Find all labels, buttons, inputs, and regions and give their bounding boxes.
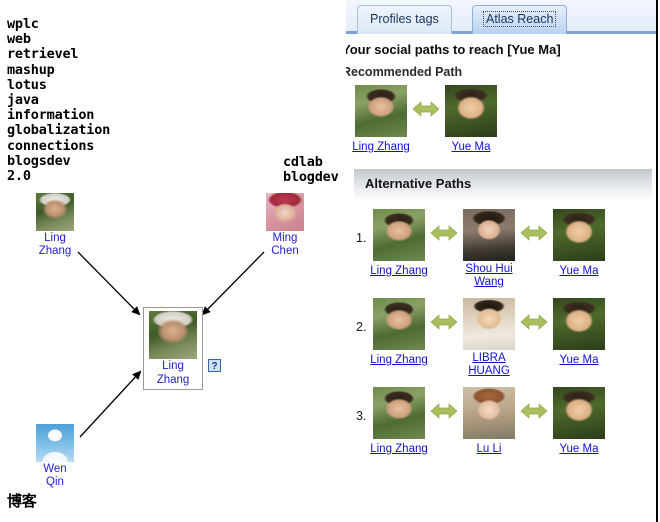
avatar-ling-zhang xyxy=(373,298,425,350)
avatar-ming-chen xyxy=(266,193,304,231)
person-name-link[interactable]: Yue Ma xyxy=(560,265,599,278)
avatar-ling-zhang xyxy=(373,387,425,439)
double-arrow-icon xyxy=(518,387,550,419)
double-arrow-icon xyxy=(518,298,550,330)
person-name-link[interactable]: Shou Hui Wang xyxy=(460,263,518,289)
double-arrow-icon xyxy=(410,85,442,117)
avatar-ling-zhang xyxy=(373,209,425,261)
graph-node-label[interactable]: Ling Zhang xyxy=(146,360,200,387)
graph-node-center-ling-zhang[interactable]: Ling Zhang xyxy=(143,307,203,390)
tab-atlas-reach[interactable]: Atlas Reach xyxy=(472,5,568,34)
graph-node-ling-zhang-top[interactable]: Ling Zhang xyxy=(27,193,83,258)
path-person[interactable]: Shou Hui Wang xyxy=(460,209,518,290)
avatar-ling-zhang xyxy=(36,193,74,231)
double-arrow-icon xyxy=(428,209,460,241)
person-name-link[interactable]: Yue Ma xyxy=(560,354,599,367)
avatar-yue-ma xyxy=(553,209,605,261)
person-name-link[interactable]: Yue Ma xyxy=(560,443,599,456)
reach-title: Your social paths to reach [Yue Ma] xyxy=(346,42,561,57)
path-person[interactable]: Ling Zhang xyxy=(352,85,410,155)
alternative-path-row: 1. Ling Zhang Shou Hui Wang Yue Ma xyxy=(346,201,656,290)
avatar-wen-qin-default xyxy=(36,424,74,462)
alternative-path-row: 3. Ling Zhang Lu Li Yue Ma xyxy=(346,379,656,457)
avatar-lu-li xyxy=(463,387,515,439)
double-arrow-icon xyxy=(428,298,460,330)
avatar-yue-ma xyxy=(553,387,605,439)
tab-label: Atlas Reach xyxy=(483,11,557,27)
path-person[interactable]: LIBRA HUANG xyxy=(460,298,518,379)
person-name-link[interactable]: LIBRA HUANG xyxy=(460,352,518,378)
alternative-paths-heading: Alternative Paths xyxy=(354,169,652,199)
tag-cloud-left: wplc web retrievel mashup lotus java inf… xyxy=(7,16,111,185)
path-person[interactable]: Ling Zhang xyxy=(370,387,428,457)
tab-strip: Profiles tags Atlas Reach xyxy=(346,0,656,34)
alternative-path-row: 2. Ling Zhang LIBRA HUANG Yue Ma xyxy=(346,290,656,379)
path-person[interactable]: Ling Zhang xyxy=(370,298,428,368)
path-index: 3. xyxy=(356,409,367,423)
reach-body: Your social paths to reach [Yue Ma] Reco… xyxy=(346,34,656,457)
person-name-link[interactable]: Ling Zhang xyxy=(370,265,428,278)
social-graph-panel: wplc web retrievel mashup lotus java inf… xyxy=(0,0,346,522)
tag-cloud-right: cdlab blogdev xyxy=(283,154,339,186)
avatar-yue-ma xyxy=(553,298,605,350)
avatar-ling-zhang xyxy=(355,85,407,137)
tab-label: Profiles tags xyxy=(370,12,439,26)
person-name-link[interactable]: Yue Ma xyxy=(452,141,491,154)
person-name-link[interactable]: Ling Zhang xyxy=(352,141,410,154)
path-person[interactable]: Ling Zhang xyxy=(370,209,428,279)
avatar-ling-zhang-center xyxy=(149,311,197,359)
person-name-link[interactable]: Lu Li xyxy=(477,443,502,456)
path-index: 1. xyxy=(356,231,367,245)
graph-node-label[interactable]: Wen Qin xyxy=(27,463,83,489)
recommended-path-heading: Recommended Path xyxy=(346,65,463,79)
atlas-reach-panel: Profiles tags Atlas Reach Your social pa… xyxy=(346,0,658,522)
graph-node-label[interactable]: Ling Zhang xyxy=(27,232,83,258)
path-person[interactable]: Yue Ma xyxy=(550,387,608,457)
path-person[interactable]: Lu Li xyxy=(460,387,518,457)
path-index: 2. xyxy=(356,320,367,334)
double-arrow-icon xyxy=(518,209,550,241)
path-person[interactable]: Yue Ma xyxy=(550,209,608,279)
avatar-libra-huang xyxy=(463,298,515,350)
recommended-path-row: Ling Zhang Yue Ma xyxy=(346,79,656,155)
avatar-shou-hui-wang xyxy=(463,209,515,261)
tab-profiles-tags[interactable]: Profiles tags xyxy=(357,5,452,34)
graph-node-label[interactable]: Ming Chen xyxy=(257,232,313,258)
graph-node-wen-qin[interactable]: Wen Qin xyxy=(27,424,83,489)
person-name-link[interactable]: Ling Zhang xyxy=(370,443,428,456)
path-person[interactable]: Yue Ma xyxy=(442,85,500,155)
tag-cloud-bottom: 博客 xyxy=(7,492,37,510)
alternative-paths-list: 1. Ling Zhang Shou Hui Wang Yue Ma 2. Li… xyxy=(346,199,656,457)
graph-node-ming-chen[interactable]: Ming Chen xyxy=(257,193,313,258)
double-arrow-icon xyxy=(428,387,460,419)
help-question-icon[interactable]: ? xyxy=(208,359,221,372)
path-person[interactable]: Yue Ma xyxy=(550,298,608,368)
avatar-yue-ma xyxy=(445,85,497,137)
person-name-link[interactable]: Ling Zhang xyxy=(370,354,428,367)
